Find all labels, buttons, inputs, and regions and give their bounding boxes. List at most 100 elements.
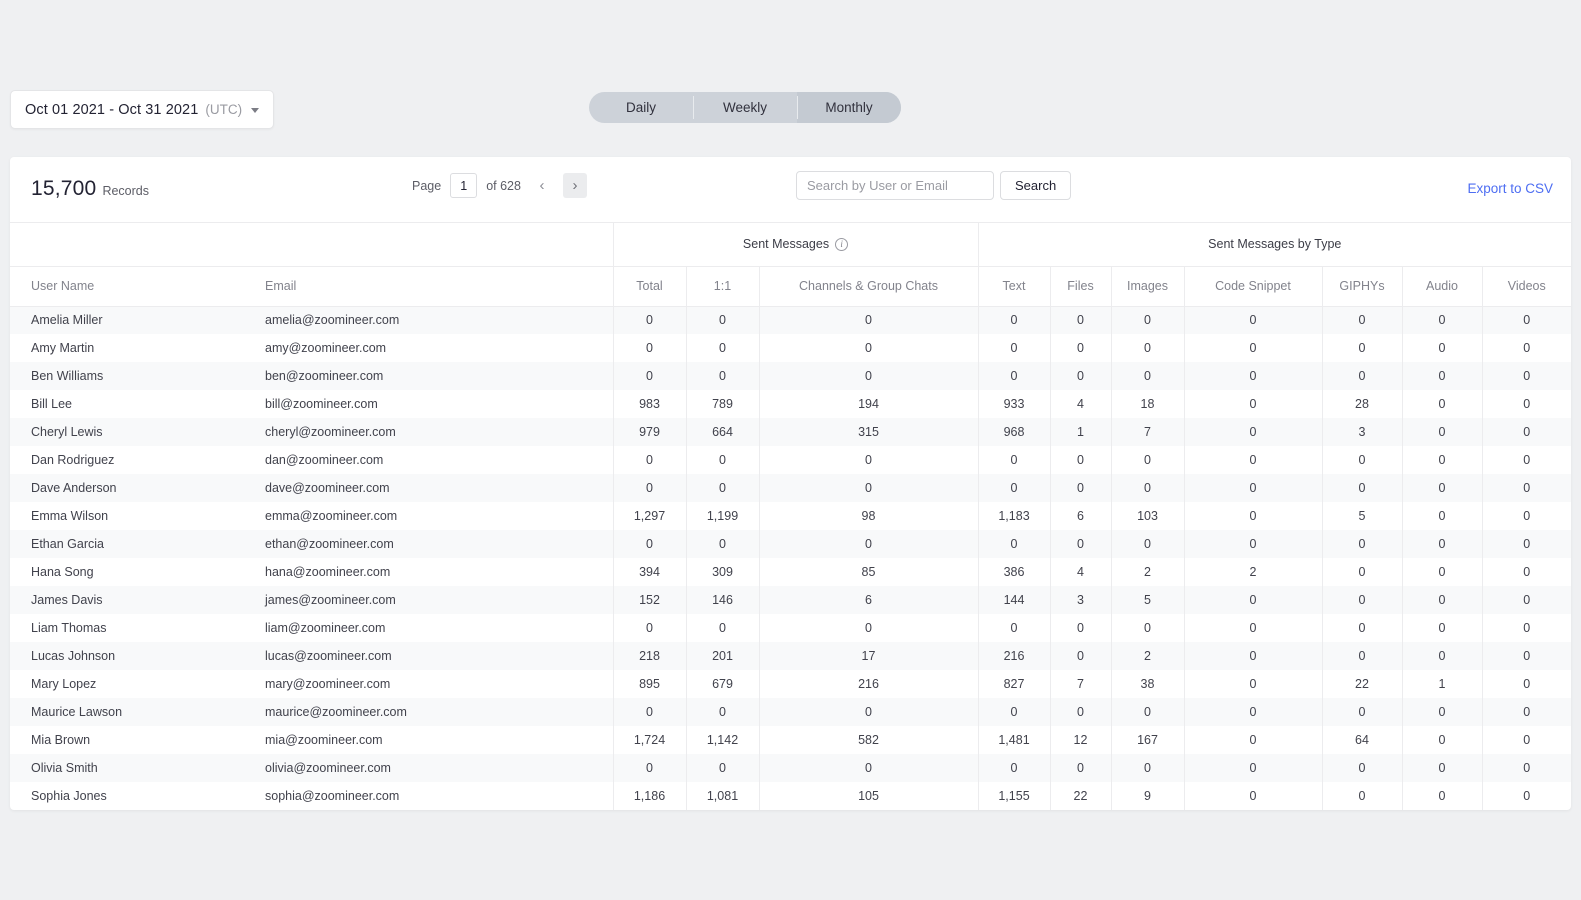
cell-name: Mia Brown <box>10 726 244 754</box>
column-header-code-snippet[interactable]: Code Snippet <box>1184 266 1322 306</box>
page-number-input[interactable] <box>450 173 477 198</box>
cell-code-snippet: 2 <box>1184 558 1322 586</box>
date-range-value: Oct 01 2021 - Oct 31 2021 <box>25 102 198 118</box>
cell-files: 4 <box>1050 390 1111 418</box>
cell-channels: 17 <box>759 642 978 670</box>
column-header-giphys[interactable]: GIPHYs <box>1322 266 1402 306</box>
column-header-channels-group-chats[interactable]: Channels & Group Chats <box>759 266 978 306</box>
cell-files: 0 <box>1050 642 1111 670</box>
cell-channels: 0 <box>759 614 978 642</box>
column-header-videos[interactable]: Videos <box>1482 266 1571 306</box>
cell-code-snippet: 0 <box>1184 362 1322 390</box>
cell-giphys: 0 <box>1322 558 1402 586</box>
cell-email: liam@zoomineer.com <box>244 614 613 642</box>
cell-channels: 315 <box>759 418 978 446</box>
column-header-text[interactable]: Text <box>978 266 1050 306</box>
cell-audio: 0 <box>1402 446 1482 474</box>
cell-email: olivia@zoomineer.com <box>244 754 613 782</box>
cell-one-to-one: 0 <box>686 474 759 502</box>
cell-audio: 0 <box>1402 558 1482 586</box>
table-body: Amelia Milleramelia@zoomineer.com0000000… <box>10 306 1571 810</box>
cell-email: hana@zoomineer.com <box>244 558 613 586</box>
search-input[interactable] <box>796 171 994 200</box>
cell-videos: 0 <box>1482 530 1571 558</box>
cell-one-to-one: 1,199 <box>686 502 759 530</box>
cell-one-to-one: 1,081 <box>686 782 759 810</box>
cell-text: 386 <box>978 558 1050 586</box>
cell-one-to-one: 679 <box>686 670 759 698</box>
table-row: Dan Rodriguezdan@zoomineer.com0000000000 <box>10 446 1571 474</box>
cell-audio: 0 <box>1402 698 1482 726</box>
cell-one-to-one: 201 <box>686 642 759 670</box>
cell-audio: 0 <box>1402 642 1482 670</box>
cell-audio: 1 <box>1402 670 1482 698</box>
cell-text: 0 <box>978 334 1050 362</box>
cell-channels: 98 <box>759 502 978 530</box>
page-total-label: of 628 <box>486 179 521 193</box>
search-button[interactable]: Search <box>1000 171 1071 200</box>
table-row: Sophia Jonessophia@zoomineer.com1,1861,0… <box>10 782 1571 810</box>
interval-weekly-button[interactable]: Weekly <box>693 92 797 123</box>
cell-one-to-one: 0 <box>686 530 759 558</box>
cell-files: 0 <box>1050 334 1111 362</box>
interval-monthly-button[interactable]: Monthly <box>797 92 901 123</box>
table-row: Mary Lopezmary@zoomineer.com895679216827… <box>10 670 1571 698</box>
timezone-label: (UTC) <box>205 102 242 117</box>
cell-videos: 0 <box>1482 306 1571 334</box>
date-range-picker[interactable]: Oct 01 2021 - Oct 31 2021 (UTC) <box>10 90 274 129</box>
cell-name: Emma Wilson <box>10 502 244 530</box>
cell-total: 1,724 <box>613 726 686 754</box>
cell-name: Hana Song <box>10 558 244 586</box>
cell-videos: 0 <box>1482 474 1571 502</box>
cell-videos: 0 <box>1482 698 1571 726</box>
page-label: Page <box>412 179 441 193</box>
cell-name: Ethan Garcia <box>10 530 244 558</box>
cell-text: 1,183 <box>978 502 1050 530</box>
cell-giphys: 0 <box>1322 362 1402 390</box>
column-header-total[interactable]: Total <box>613 266 686 306</box>
cell-text: 0 <box>978 446 1050 474</box>
cell-name: Mary Lopez <box>10 670 244 698</box>
cell-code-snippet: 0 <box>1184 670 1322 698</box>
cell-images: 0 <box>1111 754 1184 782</box>
cell-code-snippet: 0 <box>1184 446 1322 474</box>
cell-images: 2 <box>1111 558 1184 586</box>
column-header-one-to-one[interactable]: 1:1 <box>686 266 759 306</box>
cell-channels: 0 <box>759 530 978 558</box>
cell-giphys: 5 <box>1322 502 1402 530</box>
column-header-user-name[interactable]: User Name <box>10 266 244 306</box>
cell-files: 0 <box>1050 362 1111 390</box>
cell-email: dan@zoomineer.com <box>244 446 613 474</box>
cell-name: Lucas Johnson <box>10 642 244 670</box>
cell-email: mia@zoomineer.com <box>244 726 613 754</box>
cell-images: 7 <box>1111 418 1184 446</box>
table-header-row: User Name Email Total 1:1 Channels & Gro… <box>10 266 1571 306</box>
pagination: Page of 628 ‹ › <box>412 173 587 198</box>
cell-videos: 0 <box>1482 754 1571 782</box>
search-area: Search <box>796 171 1071 200</box>
cell-one-to-one: 0 <box>686 362 759 390</box>
interval-daily-button[interactable]: Daily <box>589 92 693 123</box>
cell-giphys: 0 <box>1322 754 1402 782</box>
next-page-button[interactable]: › <box>563 173 587 198</box>
cell-images: 2 <box>1111 642 1184 670</box>
cell-audio: 0 <box>1402 782 1482 810</box>
cell-files: 22 <box>1050 782 1111 810</box>
column-header-files[interactable]: Files <box>1050 266 1111 306</box>
column-header-images[interactable]: Images <box>1111 266 1184 306</box>
export-to-csv-link[interactable]: Export to CSV <box>1467 181 1553 196</box>
cell-text: 1,481 <box>978 726 1050 754</box>
column-header-audio[interactable]: Audio <box>1402 266 1482 306</box>
cell-images: 5 <box>1111 586 1184 614</box>
cell-text: 0 <box>978 362 1050 390</box>
table-row: Lucas Johnsonlucas@zoomineer.com21820117… <box>10 642 1571 670</box>
cell-images: 167 <box>1111 726 1184 754</box>
cell-total: 0 <box>613 754 686 782</box>
column-header-email[interactable]: Email <box>244 266 613 306</box>
table-row: Olivia Smitholivia@zoomineer.com00000000… <box>10 754 1571 782</box>
cell-files: 0 <box>1050 306 1111 334</box>
cell-one-to-one: 0 <box>686 698 759 726</box>
info-icon[interactable]: i <box>835 238 848 251</box>
cell-text: 968 <box>978 418 1050 446</box>
previous-page-button[interactable]: ‹ <box>530 173 554 198</box>
